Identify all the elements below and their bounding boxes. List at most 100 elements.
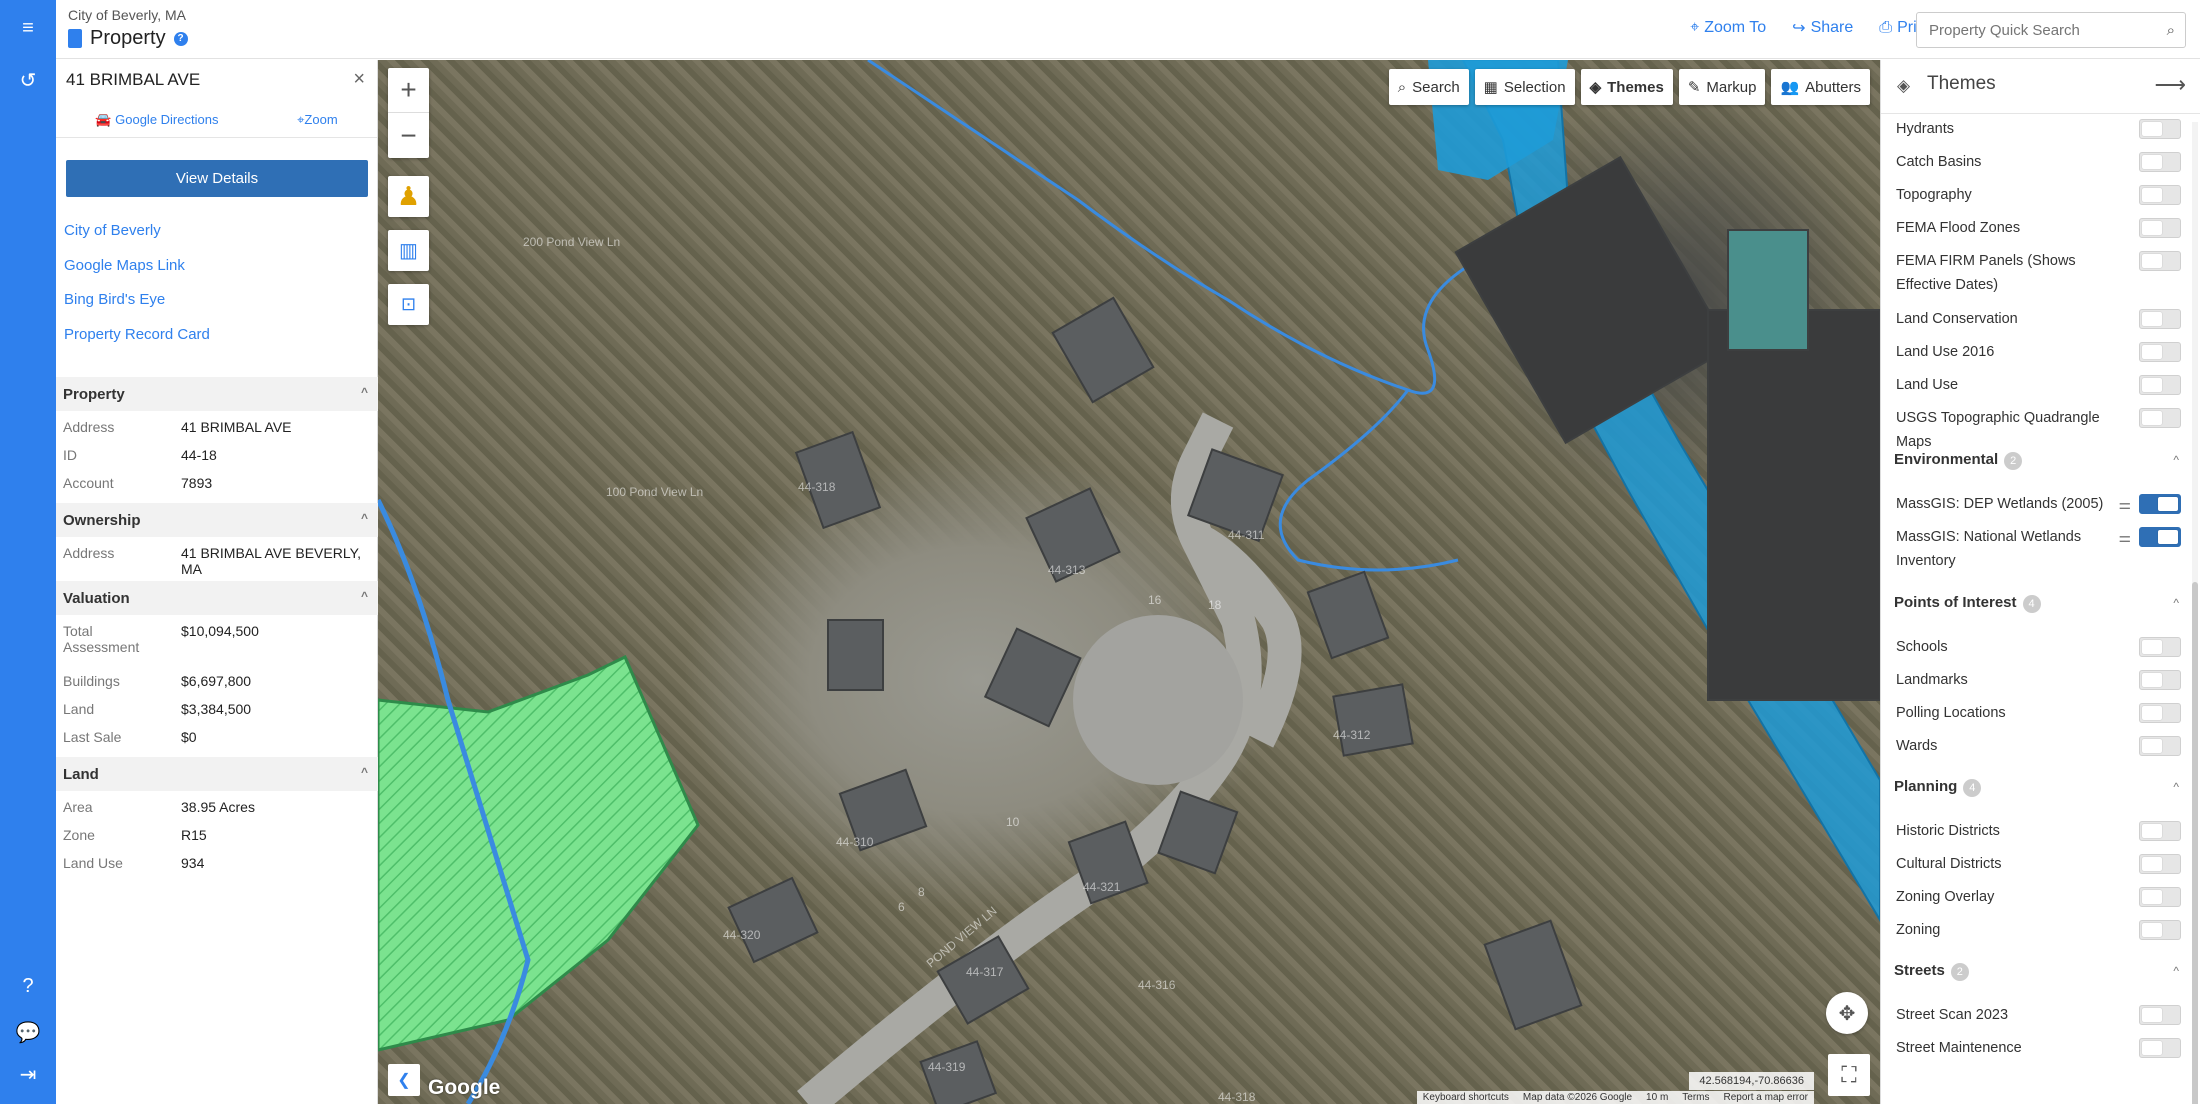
map-toolbar: ⌕ Search ▦ Selection ◈ Themes ✎ Markup 👥 Abut… <box>1388 69 1870 105</box>
collapse-panel-icon[interactable]: ❮ <box>388 1064 420 1096</box>
map-label: 44-321 <box>1083 880 1121 894</box>
theme-item-label: Catch Basins <box>1896 154 1982 170</box>
history-icon[interactable]: ↺ <box>14 66 42 94</box>
abutters-tool-button[interactable]: 👥 Abutters <box>1771 69 1870 105</box>
search-icon[interactable]: ⌕ <box>2167 22 2175 39</box>
theme-item: MassGIS: DEP Wetlands (2005) ⚌ <box>1881 492 2189 516</box>
view-details-button[interactable]: View Details <box>66 160 368 197</box>
theme-group-name: Streets <box>1894 962 1945 979</box>
basemap-icon[interactable]: ▥ <box>388 230 429 271</box>
themes-scrollbar[interactable] <box>2192 122 2198 1104</box>
settings-sliders-icon[interactable]: ⚌ <box>2118 492 2131 516</box>
map-label: 44-316 <box>1138 978 1176 992</box>
bing-birds-eye-link[interactable]: Bing Bird's Eye <box>64 291 210 326</box>
table-row: ID 44-18 <box>63 447 217 463</box>
theme-toggle[interactable] <box>2139 1005 2181 1025</box>
section-header-property[interactable]: Property ^ <box>56 377 378 411</box>
help-icon[interactable]: ? <box>14 972 42 1000</box>
coordinates-readout: 42.568194,-70.86636 <box>1689 1072 1814 1090</box>
theme-group-header[interactable]: Environmental 2 ^ <box>1881 448 2189 472</box>
help-circle-icon[interactable]: ? <box>173 31 188 46</box>
theme-toggle[interactable] <box>2139 119 2181 139</box>
theme-group-header[interactable]: Streets 2 ^ <box>1881 959 2189 983</box>
theme-toggle[interactable] <box>2139 342 2181 362</box>
map-data-text: Map data ©2026 Google <box>1522 1092 1633 1103</box>
theme-toggle[interactable] <box>2139 527 2181 547</box>
property-record-card-link[interactable]: Property Record Card <box>64 326 210 361</box>
themes-tool-button[interactable]: ◈ Themes <box>1580 69 1673 105</box>
share-link[interactable]: ↪ Share <box>1792 18 1853 38</box>
map-label: 16 <box>1148 593 1162 607</box>
table-row: Address 41 BRIMBAL AVE BEVERLY, MA <box>63 545 362 577</box>
section-header-valuation[interactable]: Valuation ^ <box>56 581 378 615</box>
theme-item: Cultural Districts <box>1881 852 2189 876</box>
theme-toggle[interactable] <box>2139 920 2181 940</box>
section-header-land[interactable]: Land ^ <box>56 757 378 791</box>
theme-toggle[interactable] <box>2139 637 2181 657</box>
theme-item-label: Cultural Districts <box>1896 856 2002 872</box>
google-maps-link[interactable]: Google Maps Link <box>64 257 210 292</box>
section-header-ownership[interactable]: Ownership ^ <box>56 503 378 537</box>
image-select-icon[interactable]: ⊡ <box>388 284 429 325</box>
login-icon[interactable]: ⇥ <box>14 1060 42 1088</box>
theme-toggle[interactable] <box>2139 670 2181 690</box>
report-error-link[interactable]: Report a map error <box>1724 1092 1808 1103</box>
chat-icon[interactable]: 💬 <box>14 1018 42 1046</box>
theme-item-label: Polling Locations <box>1896 705 2006 721</box>
selection-tool-button[interactable]: ▦ Selection <box>1474 69 1575 105</box>
close-panel-arrow-icon[interactable]: ⟶ <box>2154 72 2186 98</box>
scrollbar-thumb[interactable] <box>2192 582 2198 1104</box>
theme-toggle[interactable] <box>2139 375 2181 395</box>
menu-icon[interactable]: ≡ <box>14 14 42 42</box>
chevron-up-icon: ^ <box>360 511 368 525</box>
rotate-control-icon[interactable]: ✥ <box>1826 992 1868 1034</box>
map-view[interactable]: 200 Pond View Ln 100 Pond View Ln 44-318… <box>378 60 1880 1104</box>
zoom-out-button[interactable]: − <box>388 113 429 158</box>
theme-toggle[interactable] <box>2139 152 2181 172</box>
theme-toggle[interactable] <box>2139 309 2181 329</box>
close-icon[interactable]: × <box>353 68 365 91</box>
settings-sliders-icon[interactable]: ⚌ <box>2118 525 2131 549</box>
theme-toggle[interactable] <box>2139 821 2181 841</box>
theme-group-header[interactable]: Points of Interest 4 ^ <box>1881 591 2189 615</box>
theme-toggle[interactable] <box>2139 408 2181 428</box>
theme-toggle[interactable] <box>2139 854 2181 874</box>
theme-item-label: Zoning Overlay <box>1896 889 1995 905</box>
theme-item: Land Use 2016 <box>1881 340 2189 364</box>
theme-toggle[interactable] <box>2139 736 2181 756</box>
count-badge: 4 <box>2022 595 2041 613</box>
grid-icon: ▦ <box>1483 79 1498 96</box>
table-row: Address 41 BRIMBAL AVE <box>63 419 292 435</box>
street-view-pegman-icon[interactable]: ♟ <box>388 176 429 217</box>
theme-toggle[interactable] <box>2139 494 2181 514</box>
count-badge: 4 <box>1963 779 1982 797</box>
markup-tool-button[interactable]: ✎ Markup <box>1678 69 1766 105</box>
theme-group-header[interactable]: Planning 4 ^ <box>1881 775 2189 799</box>
theme-toggle[interactable] <box>2139 185 2181 205</box>
theme-item-label: Schools <box>1896 639 1948 655</box>
theme-toggle[interactable] <box>2139 887 2181 907</box>
theme-group-name: Planning <box>1894 778 1958 795</box>
theme-toggle[interactable] <box>2139 251 2181 271</box>
car-icon: 🚘 <box>95 112 116 127</box>
print-icon: ⎙ <box>1879 19 1893 36</box>
theme-item: Land Use <box>1881 373 2189 397</box>
theme-toggle[interactable] <box>2139 703 2181 723</box>
fullscreen-icon[interactable]: ⛶ <box>1828 1054 1870 1096</box>
app-title-text: Property <box>90 27 166 49</box>
zoom-to-link[interactable]: ⌖ Zoom To <box>1690 18 1766 38</box>
theme-toggle[interactable] <box>2139 1038 2181 1058</box>
city-of-beverly-link[interactable]: City of Beverly <box>64 222 210 257</box>
keyboard-shortcuts-link[interactable]: Keyboard shortcuts <box>1423 1092 1509 1103</box>
theme-toggle[interactable] <box>2139 218 2181 238</box>
zoom-in-button[interactable]: + <box>388 68 429 113</box>
theme-item-label: FEMA Flood Zones <box>1896 220 2021 236</box>
terms-link[interactable]: Terms <box>1682 1092 1709 1103</box>
zoom-link[interactable]: ⌖Zoom <box>297 112 338 128</box>
theme-item: Land Conservation <box>1881 307 2189 331</box>
table-row: Total Assessment $10,094,500 <box>63 623 259 655</box>
property-icon <box>68 29 82 48</box>
quick-search-input[interactable] <box>1917 13 2147 47</box>
google-directions-link[interactable]: 🚘 Google Directions <box>95 112 218 128</box>
search-tool-button[interactable]: ⌕ Search <box>1388 69 1469 105</box>
